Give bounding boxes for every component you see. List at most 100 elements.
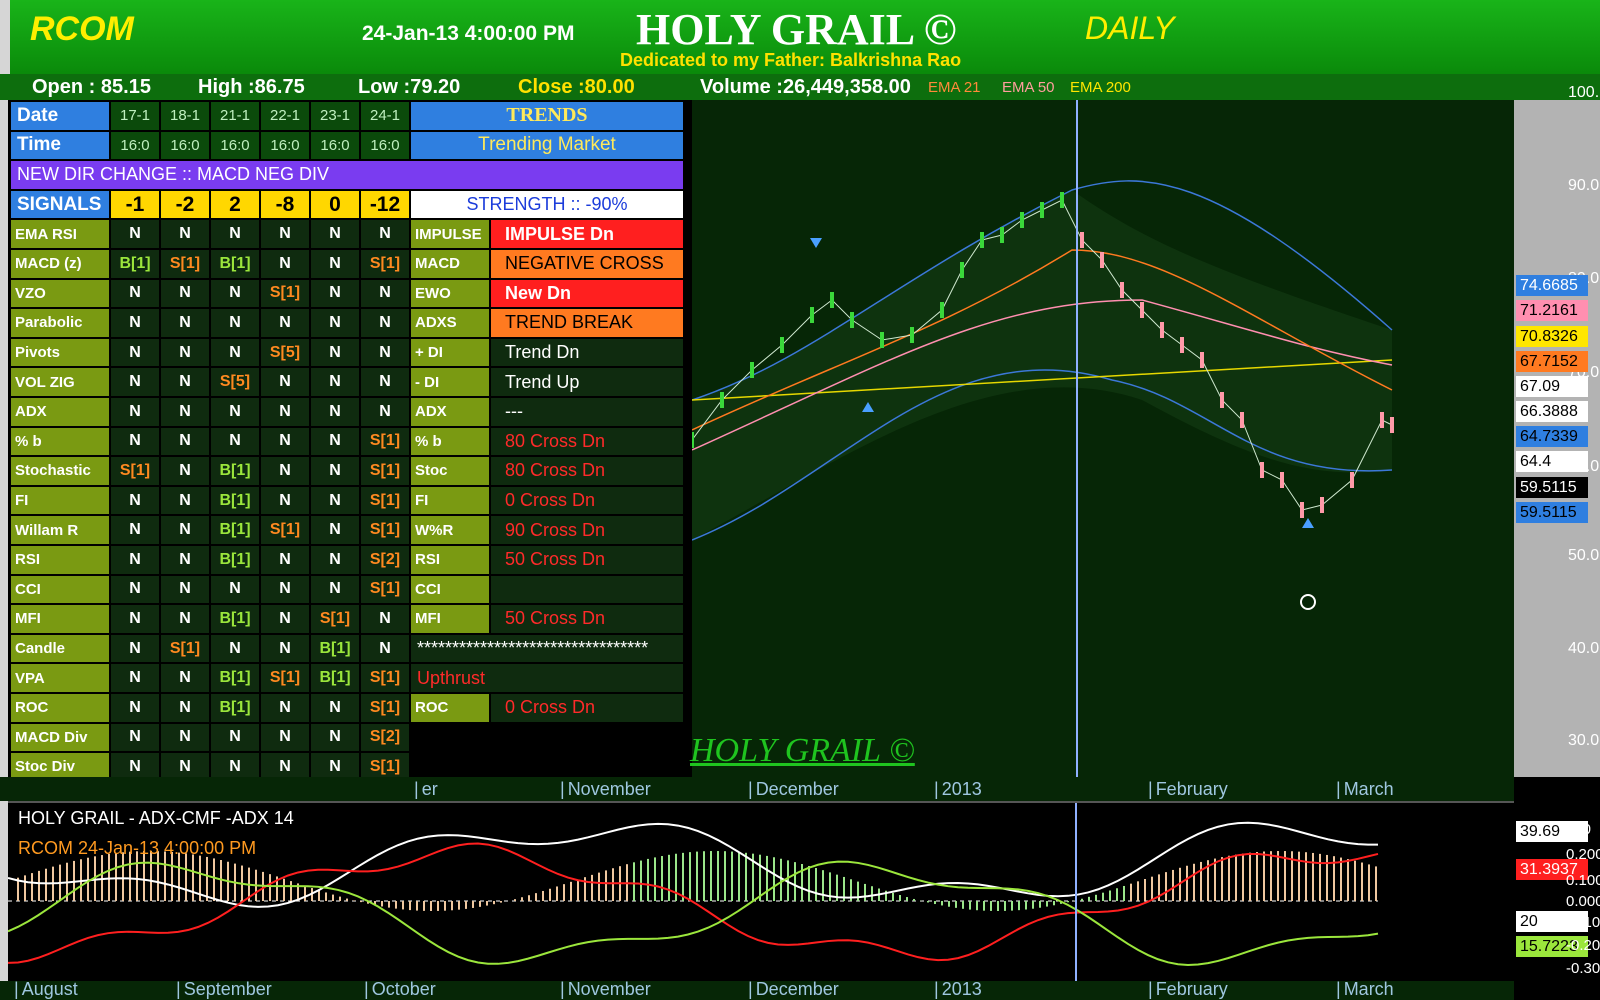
adx-cmf-time-label: September (176, 979, 272, 1000)
candlestick (1080, 232, 1084, 248)
indicator-signal: B[1] (310, 633, 360, 664)
indicator-label: MACD Div (10, 722, 110, 753)
indicator-label: Pivots (10, 337, 110, 368)
chart-watermark: HOLY GRAIL © (690, 732, 915, 769)
indicator-signal: N (310, 456, 360, 486)
date-cell: 18-1 (160, 101, 210, 131)
candlestick (910, 327, 914, 343)
time-cell: 16:0 (110, 130, 160, 161)
price-chart[interactable] (690, 100, 1514, 777)
indicator-signal: N (360, 633, 410, 664)
adx-cmf-time-label: March (1336, 979, 1394, 1000)
time-cell: 16:0 (360, 130, 410, 161)
adx-cmf-time-label: October (364, 979, 436, 1000)
indicator-signal: N (110, 397, 160, 427)
adx-cmf-svg (7, 803, 1379, 983)
indicator-signal: B[1] (210, 515, 260, 545)
signal-score: -2 (160, 189, 210, 220)
adx-cmf-subtitle: RCOM 24-Jan-13 4:00:00 PM (18, 838, 257, 858)
indicator-signal: N (260, 545, 310, 575)
indicator-signal: N (210, 722, 260, 753)
candlestick (1390, 417, 1394, 433)
candlestick (1280, 472, 1284, 488)
indicator-signal: S[1] (360, 574, 410, 605)
adx-cmf-axis-tick: 0.000 (1566, 893, 1600, 910)
indicator-signal: N (360, 367, 410, 397)
candlestick (1240, 412, 1244, 428)
indicator-signal: N (110, 574, 160, 605)
time-cell: 16:0 (210, 130, 260, 161)
indicator-signal: N (160, 308, 210, 338)
candlestick (1320, 497, 1324, 513)
candlestick (1300, 502, 1304, 518)
trend-indicator-note: ********************************* (410, 633, 684, 664)
signal-score: -12 (360, 189, 410, 220)
indicator-signal: S[1] (360, 426, 410, 457)
indicator-signal: N (160, 574, 210, 605)
indicator-signal: N (260, 722, 310, 753)
indicator-signal: N (210, 426, 260, 457)
indicator-signal: N (110, 308, 160, 338)
indicator-label: Parabolic (10, 308, 110, 338)
ema21-legend: EMA 21 (928, 79, 981, 96)
price-axis-tick: 50.0 (1568, 547, 1600, 564)
trend-indicator-value: Trend Up (490, 367, 684, 397)
signals-label: SIGNALS (10, 189, 110, 220)
indicator-signal: N (160, 367, 210, 397)
trend-indicator-label: EWO (410, 278, 490, 309)
adx-cmf-axis-tick: -0.300 (1566, 960, 1600, 977)
trend-indicator-label: + DI (410, 337, 490, 368)
indicator-signal: B[1] (210, 693, 260, 723)
ticker-symbol: RCOM (30, 10, 134, 48)
signal-score: 0 (310, 189, 360, 220)
time-axis-label: er (414, 779, 438, 800)
trend-indicator-value: 50 Cross Dn (490, 604, 684, 634)
indicator-signal: N (160, 397, 210, 427)
indicator-signal: N (210, 308, 260, 338)
indicator-signal: N (360, 219, 410, 249)
indicator-signal: N (260, 574, 310, 605)
price-axis-tick: 40.0 (1568, 640, 1600, 657)
candlestick (1380, 412, 1384, 428)
candlestick (720, 392, 724, 408)
indicator-signal: N (160, 545, 210, 575)
indicator-signal: N (310, 308, 360, 338)
date-cell: 22-1 (260, 101, 310, 131)
indicator-signal: N (360, 604, 410, 634)
indicator-signal: N (360, 308, 410, 338)
indicator-signal: N (360, 278, 410, 309)
indicator-label: ROC (10, 693, 110, 723)
indicator-signal: N (260, 426, 310, 457)
trend-indicator-value: IMPULSE Dn (490, 219, 684, 249)
indicator-label: EMA RSI (10, 219, 110, 249)
indicator-label: VPA (10, 663, 110, 693)
indicator-signal: B[1] (210, 456, 260, 486)
adx-cmf-time-label: November (560, 979, 651, 1000)
indicator-signal: N (310, 397, 360, 427)
time-cell: 16:0 (160, 130, 210, 161)
signal-score: -8 (260, 189, 310, 220)
price-tag: 71.2161 (1516, 300, 1588, 321)
indicator-signal: S[1] (260, 663, 310, 693)
trend-indicator-label: W%R (410, 515, 490, 545)
candlestick (830, 292, 834, 308)
trending-market-status: Trending Market (410, 130, 684, 161)
candlestick (980, 232, 984, 248)
open-value: Open : 85.15 (32, 76, 151, 98)
trend-indicator-value (490, 574, 684, 605)
indicator-label: CCI (10, 574, 110, 605)
candlestick (880, 332, 884, 348)
indicator-signal: N (360, 337, 410, 368)
price-tag: 66.3888 (1516, 401, 1588, 422)
indicator-signal: N (160, 456, 210, 486)
indicator-signal: N (110, 426, 160, 457)
indicator-label: % b (10, 426, 110, 457)
indicator-signal: N (110, 485, 160, 516)
trend-indicator-value: New Dn (490, 278, 684, 309)
price-tag: 67.7152 (1516, 351, 1588, 372)
indicator-label: MACD (z) (10, 249, 110, 279)
indicator-label: Willam R (10, 515, 110, 545)
indicator-signal: N (260, 249, 310, 279)
trend-indicator-value: 50 Cross Dn (490, 545, 684, 575)
trend-indicator-label: RSI (410, 545, 490, 575)
